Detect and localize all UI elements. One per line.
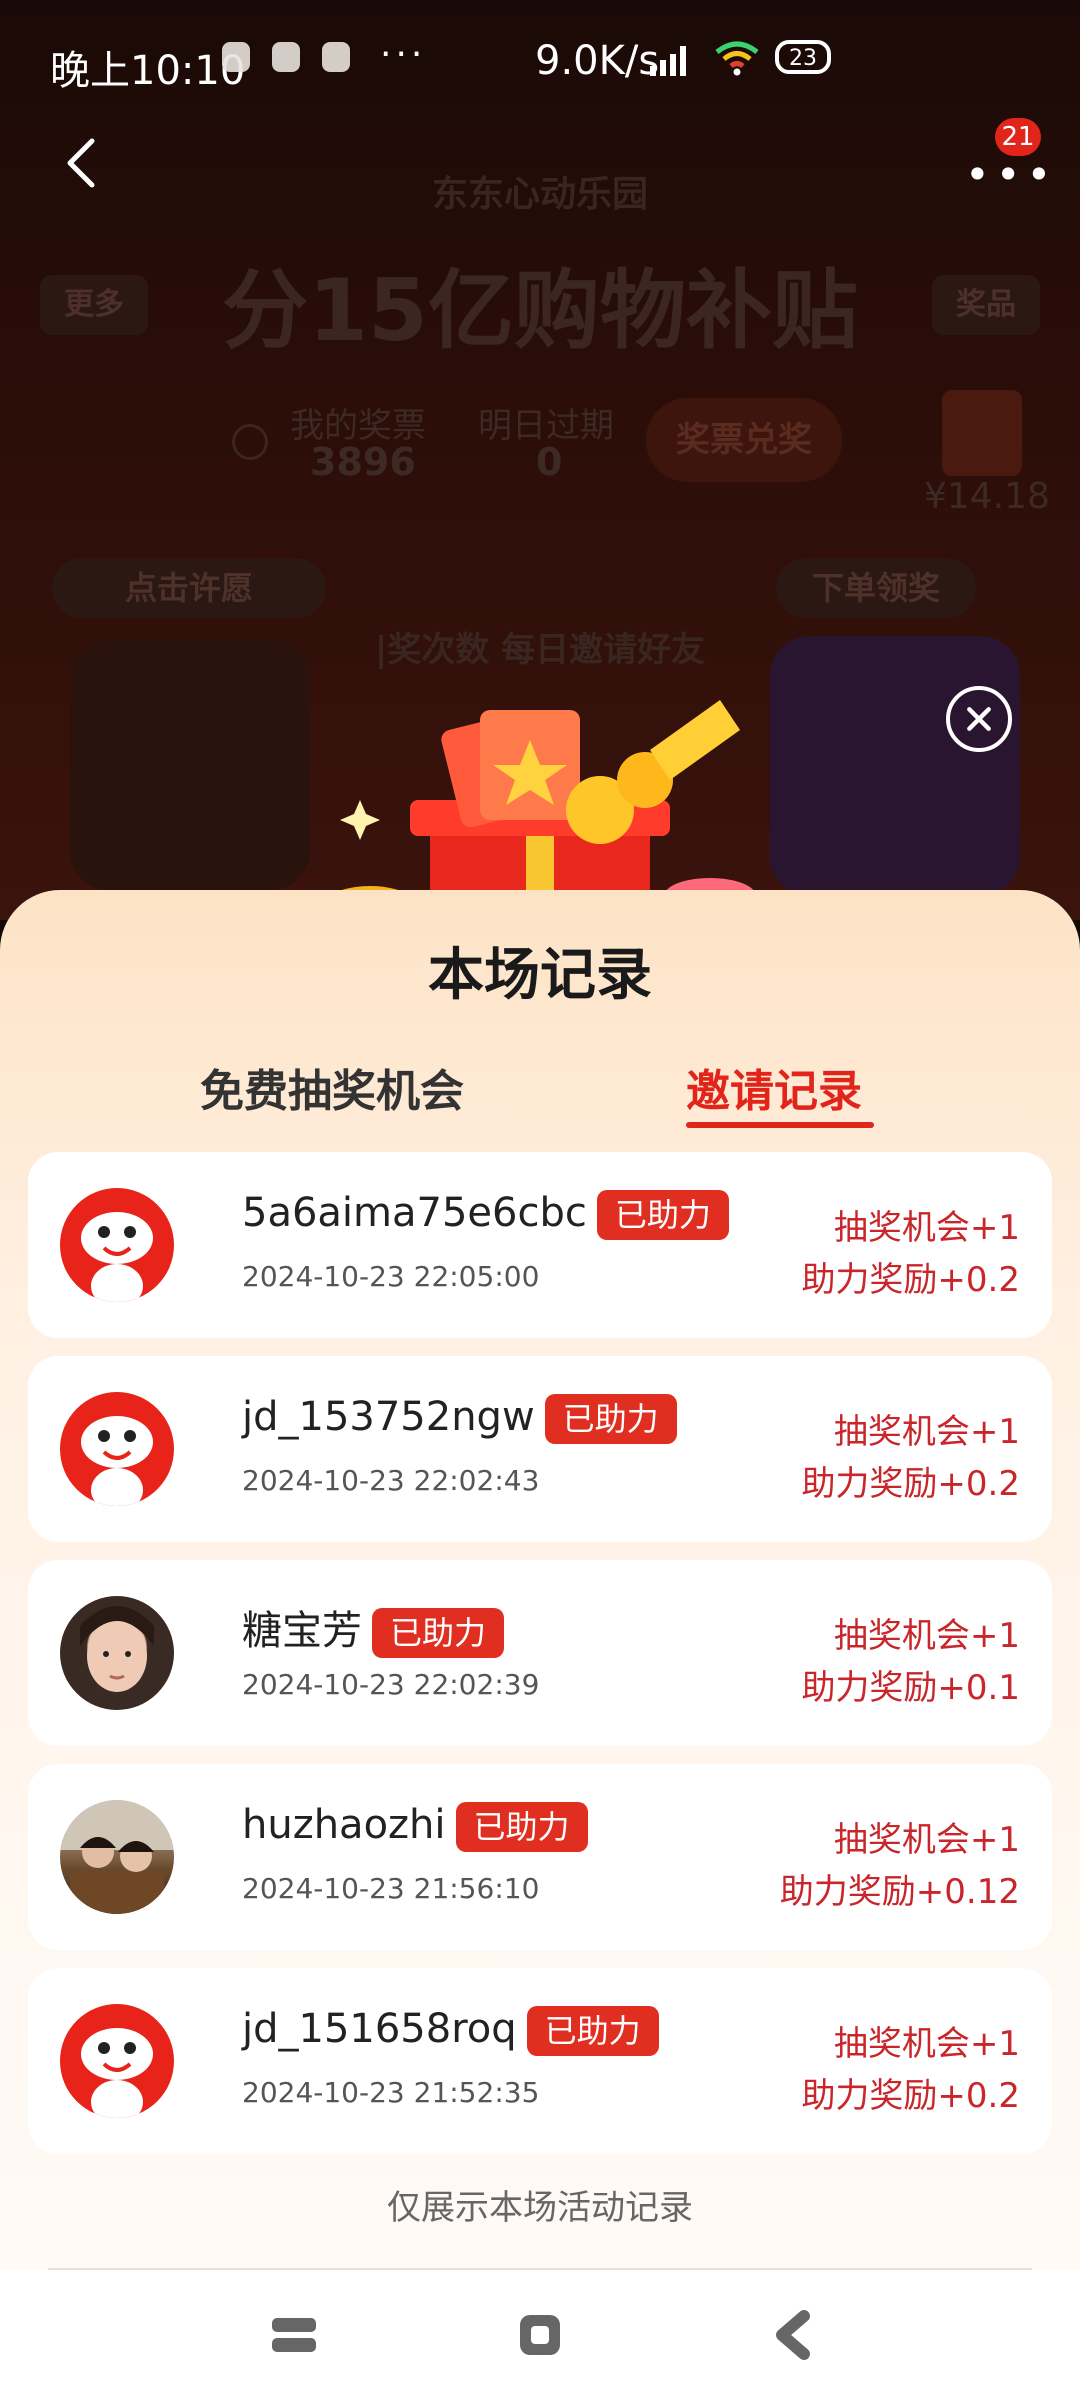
expire-value: 0	[536, 440, 563, 484]
app-notification-icon	[272, 42, 300, 72]
more-button: 更多	[40, 275, 148, 335]
network-speed: 9.0K/s	[535, 38, 660, 84]
record-time: 2024-10-23 21:52:35	[242, 2076, 540, 2109]
reward-assist-bonus: 助力奖励+0.2	[801, 2076, 1020, 2116]
avatar	[60, 1188, 174, 1302]
activity-title: 分15亿购物补贴	[222, 261, 858, 361]
user-name: jd_153752ngw 已助力	[242, 1394, 677, 1444]
user-photo-avatar-icon	[80, 1606, 154, 1692]
avatar	[60, 2004, 174, 2118]
user-name-text: huzhaozhi	[242, 1802, 446, 1848]
record-time: 2024-10-23 22:02:39	[242, 1668, 540, 1701]
helped-badge: 已助力	[544, 1394, 677, 1444]
reward-assist-bonus: 助力奖励+0.12	[779, 1872, 1020, 1912]
user-name-text: 5a6aima75e6cbc	[242, 1190, 587, 1236]
message-count-badge: 21	[995, 118, 1041, 156]
jd-mascot-avatar-icon	[81, 1212, 153, 1302]
status-bar: 晚上10:10 ··· 9.0K/s 23	[0, 0, 1080, 130]
records-footer-note: 仅展示本场活动记录	[387, 2188, 693, 2228]
user-name: huzhaozhi 已助力	[242, 1802, 588, 1852]
status-time: 晚上10:10	[50, 48, 246, 94]
reward-assist-bonus: 助力奖励+0.2	[801, 1464, 1020, 1504]
my-tickets-value: 3896	[310, 440, 416, 484]
app-notification-icon	[222, 42, 250, 72]
info-icon	[232, 424, 268, 460]
reward-draw-chance: 抽奖机会+1	[833, 1208, 1020, 1248]
sheet-title: 本场记录	[428, 943, 652, 1008]
helped-badge: 已助力	[596, 1190, 729, 1240]
order-reward-button: 下单领奖	[776, 558, 976, 618]
user-name-text: 糖宝芳	[242, 1608, 362, 1654]
activity-subtitle: 东东心动乐园	[431, 174, 648, 215]
records-sheet: 本场记录 免费抽奖机会 邀请记录 5a6aima75e6cbc 已助力 2024-…	[0, 890, 1080, 2270]
invite-record-card: 5a6aima75e6cbc 已助力 2024-10-23 22:05:00 抽奖…	[28, 1152, 1052, 1338]
user-name: 糖宝芳 已助力	[242, 1598, 505, 1658]
home-icon[interactable]	[512, 2310, 568, 2360]
prizes-button: 奖品	[932, 275, 1040, 335]
user-name-text: jd_153752ngw	[242, 1394, 535, 1440]
user-name: jd_151658roq 已助力	[242, 2006, 659, 2056]
helped-badge: 已助力	[372, 1608, 505, 1658]
redeem-tickets-button: 奖票兑奖	[646, 398, 842, 482]
prize-thumbnail	[942, 390, 1022, 476]
active-tab-indicator	[686, 1122, 874, 1128]
tab-invite-records[interactable]: 邀请记录	[686, 1055, 862, 1119]
reward-assist-bonus: 助力奖励+0.1	[801, 1668, 1020, 1708]
app-notification-icon	[322, 42, 350, 72]
system-navigation-bar	[0, 2270, 1080, 2400]
notification-icons	[222, 42, 350, 72]
battery-icon: 23	[775, 40, 831, 74]
helped-badge: 已助力	[526, 2006, 659, 2056]
user-photo-avatar-icon	[60, 1800, 174, 1914]
close-icon[interactable]	[946, 686, 1012, 752]
invite-record-card: jd_153752ngw 已助力 2024-10-23 22:02:43 抽奖机会…	[28, 1356, 1052, 1542]
avatar	[60, 1392, 174, 1506]
reward-draw-chance: 抽奖机会+1	[833, 1616, 1020, 1656]
reward-draw-chance: 抽奖机会+1	[833, 2024, 1020, 2064]
user-name-text: jd_151658roq	[242, 2006, 517, 2052]
invite-record-card: huzhaozhi 已助力 2024-10-23 21:56:10 抽奖机会+1 …	[28, 1764, 1052, 1950]
back-nav-icon[interactable]	[766, 2310, 822, 2360]
reward-draw-chance: 抽奖机会+1	[833, 1412, 1020, 1452]
avatar	[60, 1596, 174, 1710]
jd-mascot-avatar-icon	[81, 1416, 153, 1506]
invite-record-card: jd_151658roq 已助力 2024-10-23 21:52:35 抽奖机会…	[28, 1968, 1052, 2154]
helped-badge: 已助力	[455, 1802, 588, 1852]
record-time: 2024-10-23 22:02:43	[242, 1464, 540, 1497]
signal-icon	[650, 44, 686, 76]
more-notifications-icon: ···	[380, 34, 427, 75]
avatar	[60, 1800, 174, 1914]
jd-mascot-avatar-icon	[81, 2028, 153, 2118]
invite-record-card: 糖宝芳 已助力 2024-10-23 22:02:39 抽奖机会+1 助力奖励+0…	[28, 1560, 1052, 1746]
tab-free-draw-chances[interactable]: 免费抽奖机会	[200, 1055, 464, 1119]
recent-apps-icon[interactable]	[266, 2310, 322, 2360]
reward-draw-chance: 抽奖机会+1	[833, 1820, 1020, 1860]
record-time: 2024-10-23 22:05:00	[242, 1260, 540, 1293]
record-time: 2024-10-23 21:56:10	[242, 1872, 540, 1905]
user-name: 5a6aima75e6cbc 已助力	[242, 1190, 729, 1240]
wifi-icon	[715, 41, 759, 76]
make-wish-button: 点击许愿	[52, 558, 326, 618]
prize-price: ¥14.18	[924, 476, 1050, 517]
reward-assist-bonus: 助力奖励+0.2	[801, 1260, 1020, 1300]
